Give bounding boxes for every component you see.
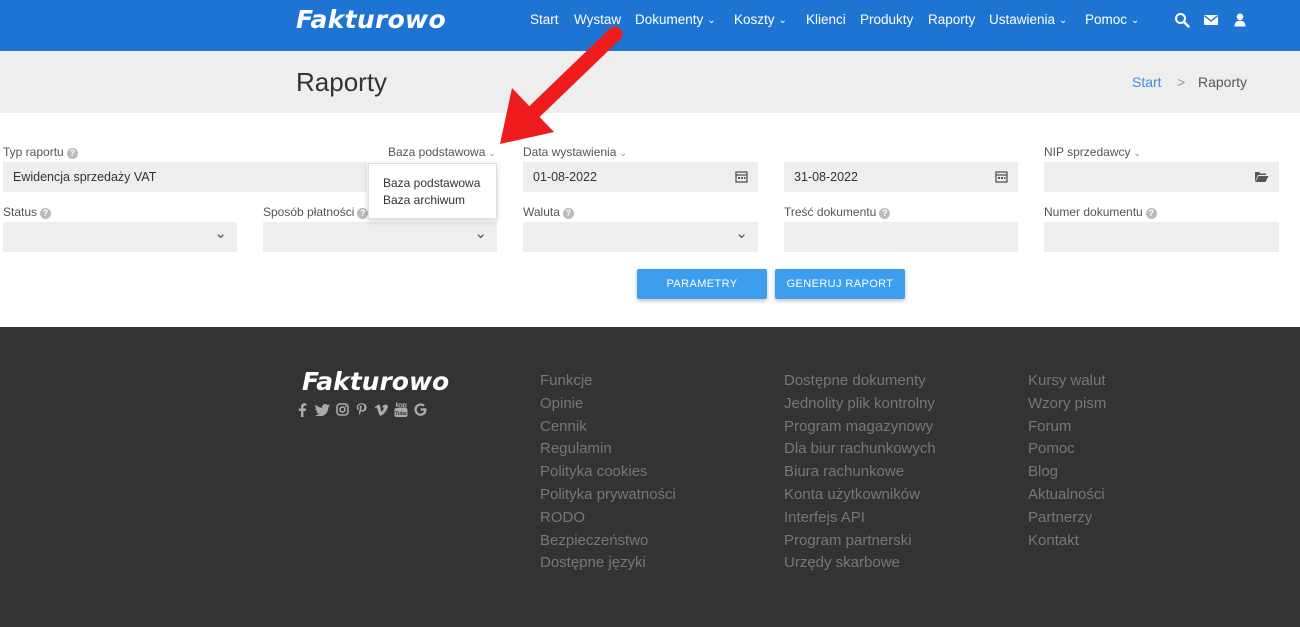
calendar-icon[interactable] bbox=[735, 170, 748, 183]
youtube-icon[interactable]: Tube bbox=[394, 402, 408, 418]
footer-link[interactable]: Dostępne dokumenty bbox=[784, 370, 936, 393]
typ-raportu-select[interactable]: Ewidencja sprzedaży VAT bbox=[3, 162, 367, 192]
footer-link[interactable]: RODO bbox=[540, 507, 676, 530]
footer-link[interactable]: Partnerzy bbox=[1028, 507, 1106, 530]
footer-link[interactable]: Cennik bbox=[540, 416, 676, 439]
calendar-icon[interactable] bbox=[995, 170, 1008, 183]
facebook-icon[interactable] bbox=[298, 403, 307, 417]
baza-option-podstawowa[interactable]: Baza podstawowa bbox=[383, 176, 480, 190]
footer-link[interactable]: Polityka prywatności bbox=[540, 484, 676, 507]
chevron-down-icon: ⌄ bbox=[474, 225, 487, 242]
help-icon[interactable]: ? bbox=[357, 208, 369, 219]
help-icon[interactable]: ? bbox=[66, 148, 78, 159]
date-from-input[interactable]: 01-08-2022 bbox=[523, 162, 758, 192]
baza-toggle[interactable]: Baza podstawowa ⌄ bbox=[388, 145, 496, 159]
footer-col-1: Funkcje Opinie Cennik Regulamin Polityka… bbox=[540, 370, 676, 575]
page-title: Raporty bbox=[296, 67, 388, 97]
footer-link[interactable]: Blog bbox=[1028, 461, 1106, 484]
footer-link[interactable]: Forum bbox=[1028, 416, 1106, 439]
twitter-icon[interactable] bbox=[315, 404, 330, 416]
baza-option-archiwum[interactable]: Baza archiwum bbox=[383, 193, 465, 207]
footer-link[interactable]: Dla biur rachunkowych bbox=[784, 438, 936, 461]
page-header: Raporty Start > Raporty bbox=[0, 51, 1300, 113]
footer-link[interactable]: Program partnerski bbox=[784, 530, 936, 553]
nav-dokumenty[interactable]: Dokumenty ⌄ bbox=[635, 12, 716, 27]
footer: Fakturowo Tube Funkcje Opinie Cennik Reg… bbox=[0, 327, 1300, 627]
footer-link[interactable]: Funkcje bbox=[540, 370, 676, 393]
folder-open-icon[interactable] bbox=[1254, 171, 1269, 183]
breadcrumb-separator: > bbox=[1177, 74, 1186, 90]
help-icon[interactable]: ? bbox=[562, 208, 574, 219]
chevron-down-icon: ⌄ bbox=[1133, 148, 1142, 158]
nav-klienci[interactable]: Klienci bbox=[806, 12, 846, 27]
nav-raporty[interactable]: Raporty bbox=[928, 12, 975, 27]
nip-sprzedawcy-label[interactable]: NIP sprzedawcy ⌄ bbox=[1044, 145, 1141, 159]
generuj-raport-button[interactable]: GENERUJ RAPORT bbox=[775, 269, 905, 299]
footer-link[interactable]: Konta użytkowników bbox=[784, 484, 936, 507]
sposob-platnosci-label: Sposób płatności? bbox=[263, 205, 369, 219]
typ-raportu-label: Typ raportu? bbox=[3, 145, 78, 159]
footer-col-3: Kursy walut Wzory pism Forum Pomoc Blog … bbox=[1028, 370, 1106, 552]
vimeo-icon[interactable] bbox=[374, 404, 388, 416]
footer-link[interactable]: Urzędy skarbowe bbox=[784, 552, 936, 575]
google-icon[interactable] bbox=[414, 403, 427, 416]
footer-link[interactable]: Kontakt bbox=[1028, 530, 1106, 553]
chevron-down-icon: ⌄ bbox=[707, 15, 716, 26]
parametry-button[interactable]: PARAMETRY bbox=[637, 269, 767, 299]
nav-ustawienia[interactable]: Ustawienia ⌄ bbox=[989, 12, 1067, 27]
annotation-arrow bbox=[500, 26, 623, 144]
svg-text:Tube: Tube bbox=[395, 411, 407, 417]
footer-link[interactable]: Kursy walut bbox=[1028, 370, 1106, 393]
status-label: Status? bbox=[3, 205, 52, 219]
numer-dokumentu-input[interactable] bbox=[1044, 222, 1279, 252]
chevron-down-icon: ⌄ bbox=[1131, 15, 1140, 26]
tresc-dokumentu-label: Treść dokumentu? bbox=[784, 205, 891, 219]
waluta-select[interactable]: ⌄ bbox=[523, 222, 758, 252]
nip-sprzedawcy-input[interactable] bbox=[1044, 162, 1279, 192]
footer-logo[interactable]: Fakturowo bbox=[302, 367, 449, 396]
chevron-down-icon: ⌄ bbox=[214, 225, 227, 242]
help-icon[interactable]: ? bbox=[879, 208, 891, 219]
footer-col-2: Dostępne dokumenty Jednolity plik kontro… bbox=[784, 370, 936, 575]
footer-link[interactable]: Wzory pism bbox=[1028, 393, 1106, 416]
user-icon[interactable] bbox=[1232, 12, 1248, 28]
status-select[interactable]: ⌄ bbox=[3, 222, 237, 252]
breadcrumb-start[interactable]: Start bbox=[1132, 74, 1162, 90]
footer-link[interactable]: Bezpieczeństwo bbox=[540, 530, 676, 553]
footer-link[interactable]: Biura rachunkowe bbox=[784, 461, 936, 484]
numer-dokumentu-label: Numer dokumentu? bbox=[1044, 205, 1157, 219]
sposob-platnosci-select[interactable]: ⌄ bbox=[263, 222, 497, 252]
help-icon[interactable]: ? bbox=[40, 208, 52, 219]
main-nav: Start Wystaw Dokumenty ⌄ Koszty ⌄ Klienci … bbox=[0, 12, 1300, 32]
breadcrumb-current: Raporty bbox=[1198, 74, 1248, 90]
chevron-down-icon: ⌄ bbox=[735, 225, 748, 242]
nav-start[interactable]: Start bbox=[530, 12, 559, 27]
search-icon[interactable] bbox=[1174, 12, 1190, 28]
nav-produkty[interactable]: Produkty bbox=[860, 12, 913, 27]
waluta-label: Waluta? bbox=[523, 205, 574, 219]
footer-link[interactable]: Pomoc bbox=[1028, 438, 1106, 461]
footer-link[interactable]: Opinie bbox=[540, 393, 676, 416]
chevron-down-icon: ⌄ bbox=[778, 15, 787, 26]
footer-link[interactable]: Regulamin bbox=[540, 438, 676, 461]
help-icon[interactable]: ? bbox=[1145, 208, 1157, 219]
footer-link[interactable]: Dostępne języki bbox=[540, 552, 676, 575]
nav-wystaw[interactable]: Wystaw bbox=[574, 12, 621, 27]
pinterest-icon[interactable] bbox=[356, 403, 367, 417]
footer-link[interactable]: Jednolity plik kontrolny bbox=[784, 393, 936, 416]
nav-koszty[interactable]: Koszty ⌄ bbox=[734, 12, 787, 27]
envelope-icon[interactable] bbox=[1203, 12, 1219, 28]
footer-link[interactable]: Interfejs API bbox=[784, 507, 936, 530]
baza-dropdown-menu: Baza podstawowa Baza archiwum bbox=[368, 163, 497, 219]
chevron-down-icon: ⌄ bbox=[1059, 15, 1068, 26]
tresc-dokumentu-input[interactable] bbox=[784, 222, 1018, 252]
footer-link[interactable]: Program magazynowy bbox=[784, 416, 936, 439]
date-to-input[interactable]: 31-08-2022 bbox=[784, 162, 1018, 192]
nav-pomoc[interactable]: Pomoc ⌄ bbox=[1085, 12, 1139, 27]
instagram-icon[interactable] bbox=[336, 403, 349, 416]
top-navbar: Fakturowo Start Wystaw Dokumenty ⌄ Koszty… bbox=[0, 0, 1300, 51]
footer-link[interactable]: Aktualności bbox=[1028, 484, 1106, 507]
footer-link[interactable]: Polityka cookies bbox=[540, 461, 676, 484]
